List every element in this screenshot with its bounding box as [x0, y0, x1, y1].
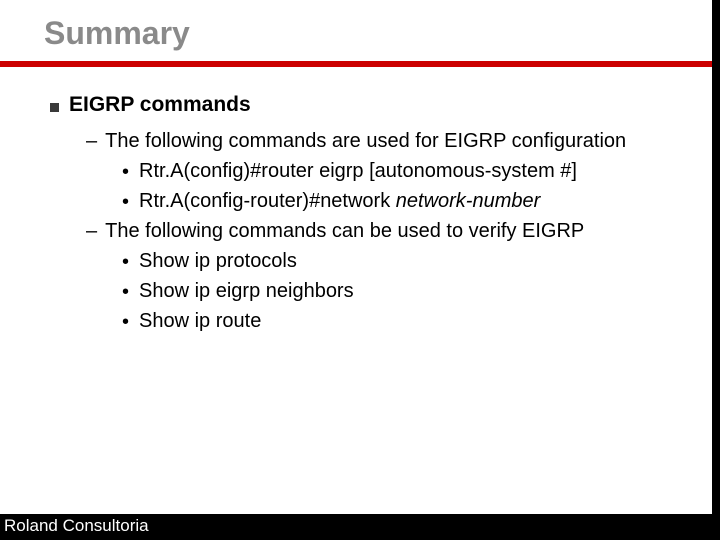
dot-icon: •: [122, 282, 129, 302]
bullet-level3: • Rtr.A(config)#router eigrp [autonomous…: [122, 158, 672, 184]
title-area: Summary: [0, 0, 720, 51]
square-bullet-icon: [50, 103, 59, 112]
command-prefix: Rtr.A(config-router)#network: [139, 190, 396, 212]
bullet-level3: • Show ip protocols: [122, 248, 672, 274]
bullet-level2: – The following commands are used for EI…: [86, 128, 672, 154]
dot-icon: •: [122, 162, 129, 182]
bullet-level2: – The following commands can be used to …: [86, 218, 672, 244]
command-text: Rtr.A(config)#router eigrp [autonomous-s…: [139, 158, 577, 184]
slide-body: EIGRP commands – The following commands …: [0, 67, 720, 334]
footer-text: Roland Consultoria: [0, 514, 149, 536]
footer-bar: Roland Consultoria: [0, 514, 720, 540]
bullet-level3: • Rtr.A(config-router)#network network-n…: [122, 188, 672, 214]
command-arg: network-number: [396, 190, 541, 212]
heading-text: EIGRP commands: [69, 91, 251, 118]
bullet-level3: • Show ip route: [122, 308, 672, 334]
slide-title: Summary: [44, 16, 720, 51]
bullet-level1: EIGRP commands: [50, 91, 672, 118]
right-edge-strip: [712, 0, 720, 540]
slide: Summary EIGRP commands – The following c…: [0, 0, 720, 540]
command-text: Rtr.A(config-router)#network network-num…: [139, 188, 540, 214]
level2-text: The following commands are used for EIGR…: [105, 128, 626, 154]
command-text: Show ip protocols: [139, 248, 297, 274]
dot-icon: •: [122, 312, 129, 332]
level2-text: The following commands can be used to ve…: [105, 218, 584, 244]
dot-icon: •: [122, 192, 129, 212]
command-text: Show ip route: [139, 308, 261, 334]
command-text: Show ip eigrp neighbors: [139, 278, 354, 304]
bullet-level3: • Show ip eigrp neighbors: [122, 278, 672, 304]
dash-icon: –: [86, 218, 97, 244]
dot-icon: •: [122, 252, 129, 272]
dash-icon: –: [86, 128, 97, 154]
